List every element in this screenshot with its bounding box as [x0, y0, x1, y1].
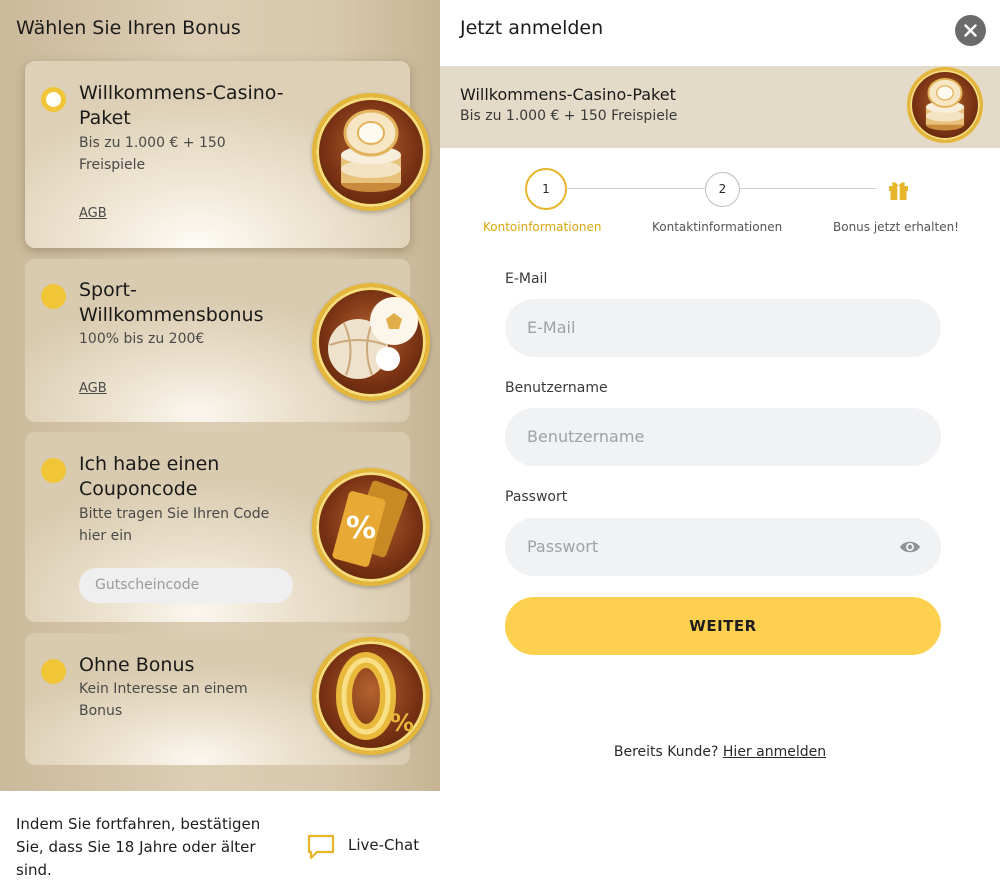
svg-text:%: % — [346, 511, 376, 546]
svg-text:%: % — [390, 709, 414, 737]
close-button[interactable] — [955, 15, 986, 46]
email-field[interactable]: E-Mail — [505, 299, 941, 357]
coupon-code-input[interactable]: Gutscheincode — [79, 568, 293, 603]
step-connector — [740, 188, 876, 189]
bonus-card-subtitle: Bis zu 1.000 € + 150 Freispiele — [79, 135, 226, 173]
bonus-card-title: Ohne Bonus — [79, 654, 195, 676]
username-field[interactable]: Benutzername — [505, 408, 941, 466]
step-2-label: Kontaktinformationen — [652, 220, 783, 234]
close-icon — [964, 24, 977, 37]
bonus-card-title: Ich habe einen Couponcode — [79, 453, 220, 500]
bonus-card-subtitle: 100% bis zu 200€ — [79, 331, 205, 347]
continue-button[interactable]: WEITER — [505, 597, 941, 655]
casino-chips-icon — [907, 67, 983, 143]
banner-title: Willkommens-Casino-Paket — [460, 85, 676, 104]
registration-panel: Jetzt anmelden Willkommens-Casino-Paket … — [440, 0, 1000, 895]
registration-heading: Jetzt anmelden — [460, 17, 604, 39]
coupon-ticket-icon: % — [312, 468, 430, 586]
step-connector — [567, 188, 705, 189]
bonus-radio-coupon[interactable] — [41, 458, 66, 483]
bonus-card-title: Sport-Willkommensbonus — [79, 279, 264, 326]
email-label: E-Mail — [505, 271, 548, 287]
existing-customer-line: Bereits Kunde? Hier anmelden — [440, 744, 1000, 760]
casino-chips-icon — [312, 93, 430, 211]
bonus-card-sport[interactable]: Sport-Willkommensbonus 100% bis zu 200€ … — [25, 259, 430, 422]
selected-bonus-banner: Willkommens-Casino-Paket Bis zu 1.000 € … — [440, 66, 1000, 148]
bonus-card-coupon[interactable]: Ich habe einen Couponcode Bitte tragen S… — [25, 432, 430, 622]
bonus-card-title: Willkommens-Casino-Paket — [79, 82, 284, 129]
agb-link[interactable]: AGB — [79, 381, 107, 396]
bonus-card-subtitle: Kein Interesse an einem Bonus — [79, 681, 248, 719]
password-label: Passwort — [505, 489, 568, 505]
bonus-panel-heading: Wählen Sie Ihren Bonus — [16, 17, 241, 39]
username-label: Benutzername — [505, 380, 608, 396]
step-2-indicator: 2 — [705, 172, 740, 207]
bonus-card-no-bonus[interactable]: Ohne Bonus Kein Interesse an einem Bonus… — [25, 633, 430, 765]
zero-percent-icon: % — [312, 637, 430, 755]
step-1-indicator: 1 — [525, 168, 567, 210]
step-1-label: Kontoinformationen — [483, 220, 602, 234]
bonus-card-casino[interactable]: Willkommens-Casino-Paket Bis zu 1.000 € … — [25, 61, 430, 248]
existing-customer-prompt: Bereits Kunde? — [613, 744, 719, 760]
chat-bubble-icon[interactable] — [307, 833, 335, 865]
bonus-radio-sport[interactable] — [41, 284, 66, 309]
bonus-card-subtitle: Bitte tragen Sie Ihren Code hier ein — [79, 506, 270, 544]
left-footer: Indem Sie fortfahren, bestätigen Sie, da… — [0, 791, 440, 895]
bonus-radio-casino[interactable] — [41, 87, 66, 112]
live-chat-link[interactable]: Live-Chat — [348, 836, 419, 854]
eye-icon[interactable] — [899, 538, 921, 556]
step-3-label: Bonus jetzt erhalten! — [833, 220, 959, 234]
login-link[interactable]: Hier anmelden — [723, 744, 826, 760]
bonus-selection-panel: Wählen Sie Ihren Bonus Willkommens-Casin… — [0, 0, 440, 791]
age-confirmation-text: Indem Sie fortfahren, bestätigen Sie, da… — [16, 815, 261, 879]
agb-link[interactable]: AGB — [79, 206, 107, 221]
password-field[interactable]: Passwort — [505, 518, 941, 576]
gift-icon — [886, 177, 911, 206]
sports-balls-icon — [312, 283, 430, 401]
bonus-radio-no-bonus[interactable] — [41, 659, 66, 684]
password-placeholder: Passwort — [527, 537, 599, 556]
banner-subtitle: Bis zu 1.000 € + 150 Freispiele — [460, 108, 678, 124]
